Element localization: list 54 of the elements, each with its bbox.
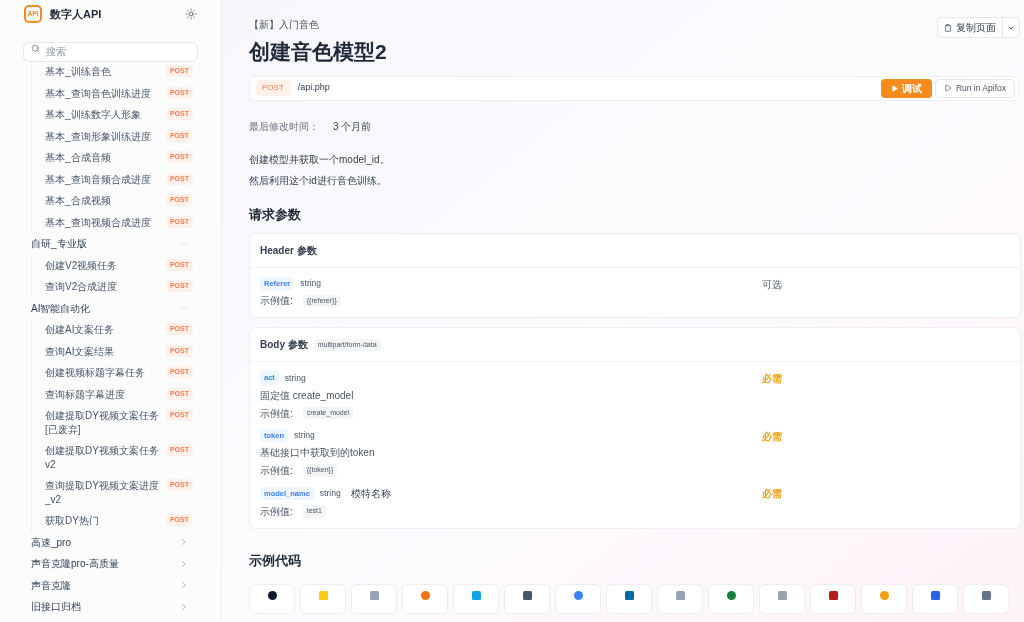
nav-item[interactable]: 基本_查询形象训练进度 [45,129,166,143]
param-note: 固定值 create_model [260,388,355,403]
param-note: 基础接口中获取到的token [260,445,376,460]
run-in-apifox-button[interactable]: Run in Apifox [934,78,1015,98]
app-title: 数字人API [50,6,102,22]
nav-item[interactable]: 基本_查询音色训练进度 [45,86,166,100]
search-field[interactable]: 搜索 [23,41,198,62]
breadcrumb[interactable]: 【新】入门音色 [249,17,319,32]
example-label: 示例值: [260,294,293,309]
nav-item[interactable]: 基本_合成音频 [45,151,166,165]
requirement-label: 必需 [762,429,782,444]
nav-item[interactable]: 基本_训练数字人形象 [45,108,166,122]
method-tag: POST [256,80,290,96]
nav-group[interactable]: 声音克隆 [0,574,221,596]
nav-group[interactable]: 声音克隆pro-高质量 [0,553,221,575]
requirement-label: 可选 [762,278,782,292]
section-heading: 请求参数 [249,205,302,224]
nav-item[interactable]: 创建视频标题字幕任务 [45,366,166,380]
nav-group[interactable]: 旧接口归档 [0,596,221,618]
nav-item[interactable]: 查询AI文案结果 [45,344,166,358]
nav-item[interactable]: 创建AI文案任务 [45,323,166,337]
description-text: 创建模型并获取一个model_id。 [249,152,391,167]
nav-item[interactable]: 基本_查询视频合成进度 [45,215,166,229]
page-title: 创建音色模型2 [249,39,388,65]
endpoint-path: /api.php [297,81,330,95]
nav-item[interactable]: 创建提取DY视频文案任务[已废弃] [45,409,166,436]
example-label: 示例值: [260,406,293,421]
nav-group[interactable]: AI智能自动化 [0,297,221,319]
modified-value: 3 个月前 [333,119,372,134]
nav-item[interactable]: 查询提取DY视频文案进度_v2 [45,479,166,506]
requirement-label: 必需 [762,486,782,501]
param-type: string [284,371,306,385]
modified-label: 最后修改时间： [249,119,319,134]
example-label: 示例值: [260,463,293,478]
nav-item[interactable]: 基本_训练音色 [45,65,166,79]
nav-group[interactable]: 高速_pro [0,531,221,553]
param-type: string [300,277,322,290]
nav-group[interactable]: 自研_专业版 [0,233,221,255]
param-title: 模特名称 [350,486,391,501]
param-type: string [319,486,341,500]
card-title: Body 参数 [260,338,308,353]
nav-item[interactable]: 查询V2合成进度 [45,280,166,294]
requirement-label: 必需 [762,372,782,387]
description-text: 然后利用这个id进行音色训练。 [249,173,388,188]
nav-item[interactable]: 查询标题字幕进度 [45,387,166,401]
param-type: string [294,428,315,442]
example-label: 示例值: [260,504,293,519]
nav-item[interactable]: 基本_查询音频合成进度 [45,172,166,186]
nav-item[interactable]: 获取DY热门 [45,514,166,528]
nav-item[interactable]: 创建提取DY视频文案任务v2 [45,444,166,471]
nav-item[interactable]: 基本_合成视频 [45,194,166,208]
section-heading: 示例代码 [249,551,302,570]
nav-item[interactable]: 创建V2视频任务 [45,258,166,272]
card-title: Header 参数 [260,244,317,258]
